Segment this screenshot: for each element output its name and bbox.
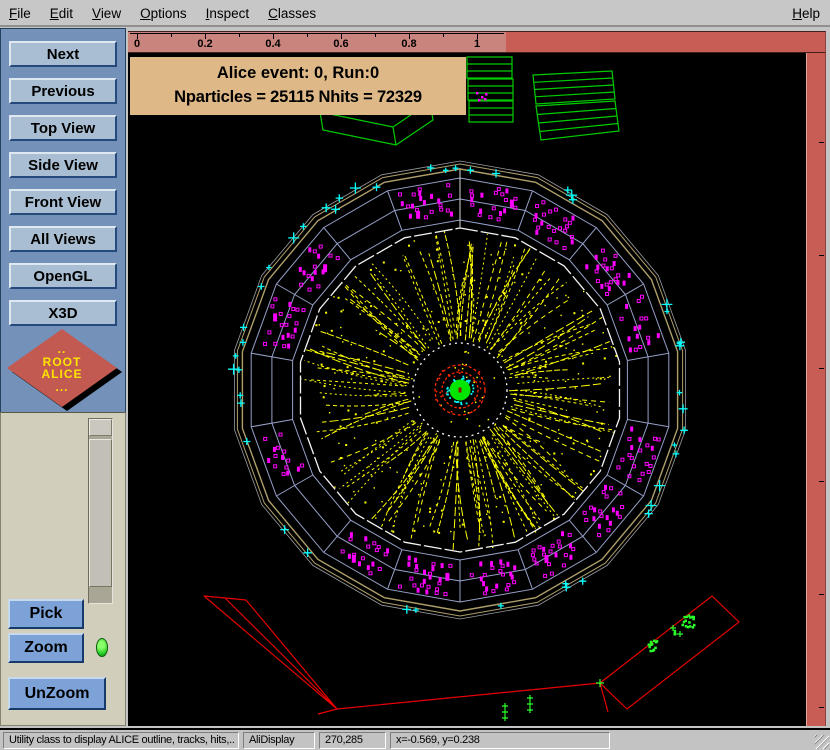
scrollbar-thumb[interactable] — [89, 439, 112, 587]
status-cell-2: 270,285 — [319, 732, 386, 749]
menu-item-options[interactable]: Options — [140, 0, 187, 21]
menu-items: File Edit View Options Inspect Classes — [9, 0, 316, 21]
ruler-minor-tick — [375, 34, 376, 37]
zoom-button[interactable]: Zoom — [8, 633, 84, 663]
menu-item-file[interactable]: File — [9, 0, 31, 21]
ruler-minor-tick — [239, 34, 240, 37]
nav-button-x3d[interactable]: X3D — [9, 300, 117, 326]
vruler-tick — [819, 368, 824, 369]
menu-item-classes[interactable]: Classes — [268, 0, 316, 21]
ruler-baseline — [130, 33, 504, 34]
vruler-tick — [819, 481, 824, 482]
ruler-label-0.2: 0.2 — [192, 38, 218, 50]
event-info-stats: Nparticles = 25115 Nhits = 72329 — [130, 88, 466, 107]
menu-item-edit[interactable]: Edit — [50, 0, 73, 21]
nav-button-side-view[interactable]: Side View — [9, 152, 117, 178]
unzoom-button[interactable]: UnZoom — [8, 677, 106, 710]
nav-button-opengl[interactable]: OpenGL — [9, 263, 117, 289]
vruler-tick — [819, 142, 824, 143]
menu-item-help[interactable]: Help — [792, 0, 820, 21]
ruler-minor-tick — [307, 34, 308, 37]
vruler-tick — [819, 707, 824, 708]
root-alice-logo[interactable]: ..ROOTALICE... — [2, 328, 126, 413]
sidebar-lower-panel: Pick Zoom UnZoom — [0, 412, 126, 726]
event-info-title: Alice event: 0, Run:0 — [130, 64, 466, 83]
logo-line-0: .. — [42, 343, 83, 356]
alidisplay-window: { "menu": { "items": ["File", "Edit", "V… — [0, 0, 830, 750]
ruler-minor-tick — [171, 34, 172, 37]
status-cell-0: Utility class to display ALICE outline, … — [3, 732, 239, 749]
sidebar: Next Previous Top View Side View Front View A… — [0, 28, 126, 726]
logo-diamond: ..ROOTALICE... — [7, 329, 117, 407]
horizontal-ruler-scale: 00.20.40.60.81 — [128, 32, 506, 52]
nav-button-all-views[interactable]: All Views — [9, 226, 117, 252]
canvas-vertical-ruler — [806, 53, 826, 726]
menu-item-inspect[interactable]: Inspect — [206, 0, 250, 21]
vruler-tick — [819, 255, 824, 256]
status-bar: Utility class to display ALICE outline, … — [0, 728, 830, 750]
ruler-minor-tick — [443, 34, 444, 37]
menu-bar: File Edit View Options Inspect Classes Help — [0, 0, 830, 27]
nav-button-front-view[interactable]: Front View — [9, 189, 117, 215]
nav-button-next[interactable]: Next — [9, 41, 117, 67]
menu-item-view[interactable]: View — [92, 0, 121, 21]
canvas-horizontal-ruler: 00.20.40.60.81 — [128, 31, 826, 53]
ruler-label-0.4: 0.4 — [260, 38, 286, 50]
sidebar-nav-panel: Next Previous Top View Side View Front View A… — [0, 28, 126, 412]
ruler-label-0.6: 0.6 — [328, 38, 354, 50]
scrollbar-track-top[interactable] — [89, 419, 112, 436]
nav-button-top-view[interactable]: Top View — [9, 115, 117, 141]
sidebar-scrollbar[interactable] — [88, 418, 113, 604]
zoom-active-led — [96, 638, 108, 657]
resize-grip[interactable] — [815, 735, 829, 749]
vruler-tick — [819, 594, 824, 595]
nav-button-previous[interactable]: Previous — [9, 78, 117, 104]
ruler-label-0.8: 0.8 — [396, 38, 422, 50]
logo-text: ..ROOTALICE... — [42, 343, 83, 393]
ruler-label-0: 0 — [124, 38, 150, 50]
pick-button[interactable]: Pick — [8, 599, 84, 629]
event-display-canvas[interactable] — [128, 53, 806, 726]
logo-line-3: ... — [42, 381, 83, 394]
event-info-box: Alice event: 0, Run:0 Nparticles = 25115… — [130, 57, 466, 115]
ruler-label-1: 1 — [464, 38, 490, 50]
logo-line-2: ALICE — [42, 368, 83, 381]
view-button-group: Next Previous Top View Side View Front View A… — [1, 29, 125, 326]
status-cell-3: x=-0.569, y=0.238 — [390, 732, 610, 749]
status-cell-1: AliDisplay — [243, 732, 315, 749]
